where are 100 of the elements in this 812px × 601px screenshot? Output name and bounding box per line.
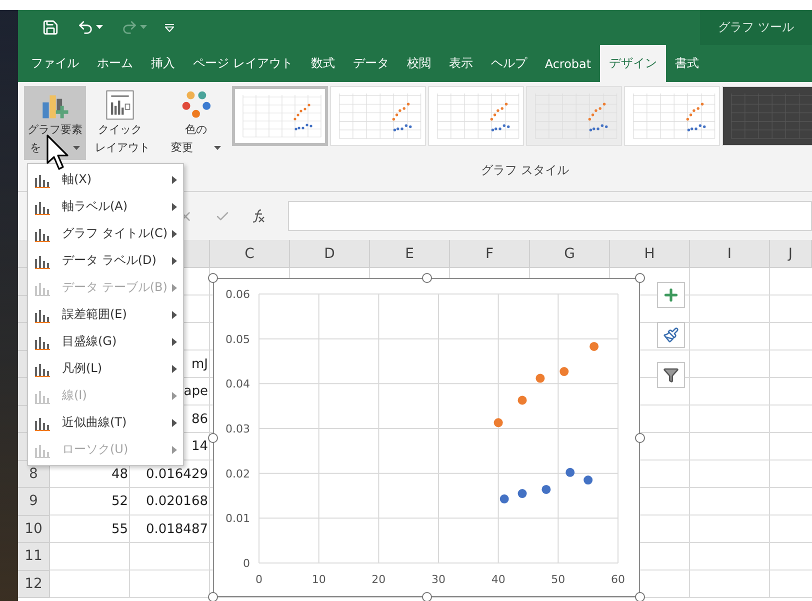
- quick-layout-icon: [104, 90, 136, 120]
- chart-area[interactable]: 0 0.01 0.02 0.03 0.04 0.05 0.06 0 10 20 30 40 50 60: [213, 278, 640, 597]
- redo-icon: [121, 19, 138, 36]
- menu-item[interactable]: 目盛線(G): [28, 328, 183, 355]
- x-tick-label: 0: [256, 573, 262, 586]
- quick-layout-button[interactable]: クイック レイアウト: [89, 86, 151, 160]
- row-header[interactable]: 10: [18, 516, 50, 543]
- colors-button[interactable]: 色の 変更: [165, 86, 227, 160]
- caret-icon: [140, 25, 147, 30]
- chart-style-thumbnail[interactable]: [428, 86, 524, 146]
- y-tick-label: 0: [243, 557, 250, 570]
- resize-handle[interactable]: [208, 273, 218, 283]
- table-cell-text: 48: [111, 466, 129, 484]
- column-header[interactable]: F: [450, 240, 530, 268]
- ribbon-tab[interactable]: 挿入: [142, 45, 184, 82]
- table-cell-text: 52: [111, 493, 129, 512]
- chart-style-thumbnail[interactable]: [526, 86, 622, 146]
- column-header[interactable]: D: [290, 240, 370, 268]
- ribbon-tab[interactable]: ファイル: [22, 45, 88, 82]
- x-tick-label: 10: [312, 573, 326, 586]
- x-tick-label: 30: [432, 573, 446, 586]
- add-element-button[interactable]: グラフ要素 を: [24, 86, 86, 160]
- ribbon-tab[interactable]: デザイン: [600, 45, 666, 82]
- submenu-arrow-icon: [172, 446, 177, 454]
- caret-icon: [73, 146, 80, 150]
- submenu-arrow-icon: [172, 338, 177, 346]
- table-cell-text: 0.016429: [146, 466, 209, 484]
- chart-style-thumbnail[interactable]: [330, 86, 426, 146]
- submenu-arrow-icon: [172, 392, 177, 400]
- menu-item[interactable]: 凡例(L): [28, 355, 183, 382]
- row-header[interactable]: 12: [18, 570, 50, 598]
- row-header[interactable]: 9: [18, 488, 50, 516]
- plus-icon: [662, 286, 680, 304]
- menu-item[interactable]: グラフ タイトル(C): [28, 220, 183, 247]
- resize-handle[interactable]: [422, 273, 432, 283]
- table-cell-text: 55: [111, 520, 129, 539]
- column-header[interactable]: C: [210, 240, 290, 268]
- chart-style-thumbnail[interactable]: [232, 86, 328, 146]
- column-header[interactable]: G: [530, 240, 610, 268]
- ribbon-tab[interactable]: 校閲: [398, 45, 440, 82]
- menu-item[interactable]: 軸ラベル(A): [28, 193, 183, 220]
- y-tick-label: 0.06: [226, 288, 250, 301]
- x-tick-label: 50: [551, 573, 566, 586]
- chart-style-thumbnail[interactable]: [722, 86, 812, 146]
- y-tick-label: 0.01: [226, 512, 250, 526]
- y-tick-label: 0.03: [226, 422, 250, 436]
- y-tick-label: 0.04: [226, 378, 250, 391]
- submenu-arrow-icon: [172, 230, 177, 238]
- column-header[interactable]: J: [770, 240, 812, 268]
- group-label: グラフ スタイル: [481, 162, 569, 179]
- column-header[interactable]: I: [690, 240, 770, 268]
- table-cell-text: 86: [191, 410, 209, 429]
- chart-elements-button[interactable]: [657, 282, 685, 308]
- resize-handle[interactable]: [635, 592, 645, 601]
- caret-icon: [214, 146, 221, 150]
- chart-styles-button[interactable]: [657, 322, 685, 348]
- chart-filter-button[interactable]: [657, 362, 685, 388]
- column-header[interactable]: E: [370, 240, 450, 268]
- context-title: グラフ ツール: [700, 10, 812, 45]
- ribbon-tab[interactable]: Acrobat: [536, 45, 600, 82]
- ribbon-tab[interactable]: データ: [344, 45, 398, 82]
- y-tick-label: 0.02: [226, 467, 250, 480]
- ribbon-tab[interactable]: ヘルプ: [482, 45, 536, 82]
- chart-style-thumbnail[interactable]: [624, 86, 720, 146]
- x-tick-label: 40: [491, 573, 506, 586]
- filter-icon: [663, 367, 679, 383]
- ribbon-tab[interactable]: ページ レイアウト: [184, 45, 302, 82]
- submenu-arrow-icon: [172, 202, 177, 210]
- resize-handle[interactable]: [208, 592, 218, 601]
- caret-icon: [96, 25, 103, 30]
- save-icon: [42, 19, 59, 36]
- menu-item[interactable]: 近似曲線(T): [28, 409, 183, 436]
- row-header[interactable]: 11: [18, 543, 50, 570]
- submenu-arrow-icon: [172, 364, 177, 372]
- resize-handle[interactable]: [208, 432, 218, 442]
- menu-item[interactable]: データ ラベル(D): [28, 247, 183, 274]
- submenu-arrow-icon: [172, 256, 177, 264]
- undo-icon: [77, 19, 94, 36]
- resize-handle[interactable]: [635, 273, 645, 283]
- menu-item[interactable]: 誤差範囲(E): [28, 301, 183, 328]
- function-icon[interactable]: [252, 209, 266, 223]
- submenu-arrow-icon: [172, 418, 177, 426]
- menu-item[interactable]: 軸(X): [28, 166, 183, 193]
- paintbrush-icon: [663, 327, 679, 343]
- formula-field[interactable]: [288, 201, 812, 231]
- ribbon-tab[interactable]: ホーム: [88, 45, 142, 82]
- table-cell-text: 14: [191, 438, 209, 456]
- x-tick-label: 20: [372, 573, 386, 586]
- x-tick-label: 60: [611, 573, 625, 586]
- customize-button[interactable]: [163, 22, 176, 34]
- customize-icon: [165, 24, 174, 32]
- ribbon-tab[interactable]: 表示: [440, 45, 482, 82]
- ribbon-tab[interactable]: 書式: [666, 45, 708, 82]
- y-tick-label: 0.05: [226, 332, 250, 346]
- table-cell-text: 0.020168: [146, 493, 209, 512]
- ribbon-tab[interactable]: 数式: [302, 45, 344, 82]
- table-cell-text: ape: [184, 383, 209, 402]
- submenu-arrow-icon: [172, 310, 177, 318]
- submenu-arrow-icon: [172, 284, 177, 292]
- column-header[interactable]: H: [610, 240, 690, 268]
